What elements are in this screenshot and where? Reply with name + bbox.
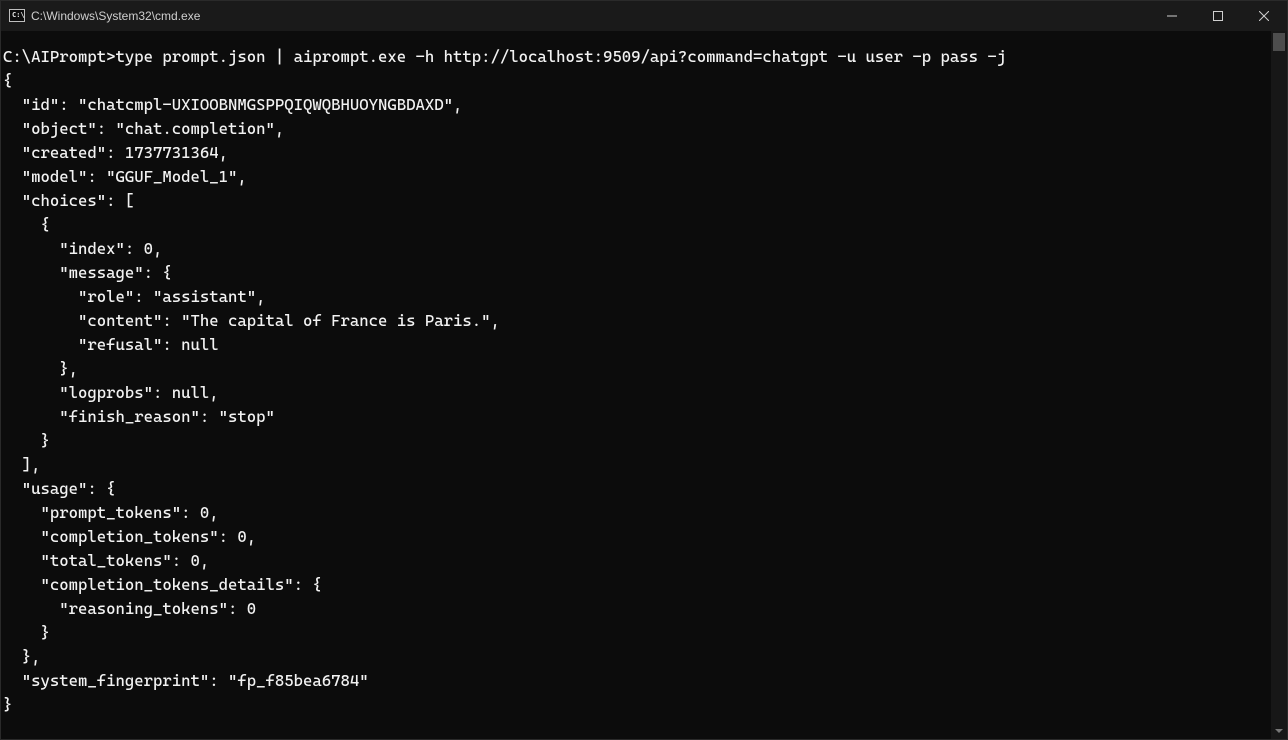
scrollbar-thumb[interactable] — [1273, 33, 1285, 51]
output-text: { "id": "chatcmpl-UXIOOBNMGSPPQIQWQBHUOY… — [3, 71, 500, 714]
svg-text:C:\: C:\ — [12, 11, 25, 19]
cmd-window: C:\ C:\Windows\System32\cmd.exe C:\AIPro… — [0, 0, 1288, 740]
vertical-scrollbar[interactable] — [1271, 31, 1287, 739]
titlebar-left: C:\ C:\Windows\System32\cmd.exe — [1, 8, 200, 24]
prompt-text: C:\AIPrompt> — [3, 47, 116, 66]
client-area: C:\AIPrompt>type prompt.json | aiprompt.… — [1, 31, 1287, 739]
close-button[interactable] — [1241, 1, 1287, 31]
minimize-button[interactable] — [1149, 1, 1195, 31]
command-text: type prompt.json | aiprompt.exe -h http:… — [116, 47, 1007, 66]
cmd-icon: C:\ — [9, 8, 25, 24]
window-title: C:\Windows\System32\cmd.exe — [31, 9, 200, 23]
maximize-button[interactable] — [1195, 1, 1241, 31]
window-controls — [1149, 1, 1287, 31]
titlebar[interactable]: C:\ C:\Windows\System32\cmd.exe — [1, 1, 1287, 31]
terminal-output[interactable]: C:\AIPrompt>type prompt.json | aiprompt.… — [1, 31, 1271, 739]
scroll-down-arrow-icon[interactable] — [1271, 723, 1287, 739]
